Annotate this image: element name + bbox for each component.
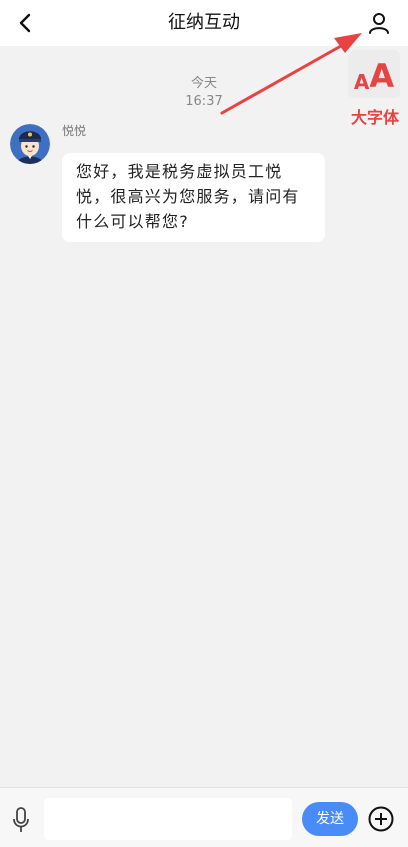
voice-input-button[interactable] bbox=[8, 806, 34, 834]
chat-date-label: 今天 bbox=[190, 76, 217, 91]
plus-circle-icon bbox=[368, 806, 394, 832]
profile-button[interactable] bbox=[364, 8, 394, 38]
message-bubble: 您好，我是税务虚拟员工悦悦，很高兴为您服务，请问有什么可以帮您? bbox=[62, 153, 325, 242]
back-button[interactable] bbox=[10, 8, 40, 38]
page-title: 征纳互动 bbox=[168, 12, 240, 33]
user-profile-icon bbox=[369, 13, 389, 34]
message-input[interactable] bbox=[44, 798, 292, 840]
send-button[interactable]: 发送 bbox=[302, 802, 358, 836]
microphone-icon bbox=[13, 807, 29, 832]
more-options-button[interactable] bbox=[368, 806, 394, 832]
agent-avatar[interactable] bbox=[10, 124, 50, 164]
input-bar: 发送 bbox=[0, 787, 408, 847]
top-bar: 征纳互动 bbox=[0, 0, 408, 46]
chat-time-label: 16:37 bbox=[185, 94, 223, 109]
agent-avatar-icon bbox=[10, 124, 50, 164]
chevron-left-icon bbox=[19, 13, 31, 33]
sender-name: 悦悦 bbox=[62, 124, 87, 138]
